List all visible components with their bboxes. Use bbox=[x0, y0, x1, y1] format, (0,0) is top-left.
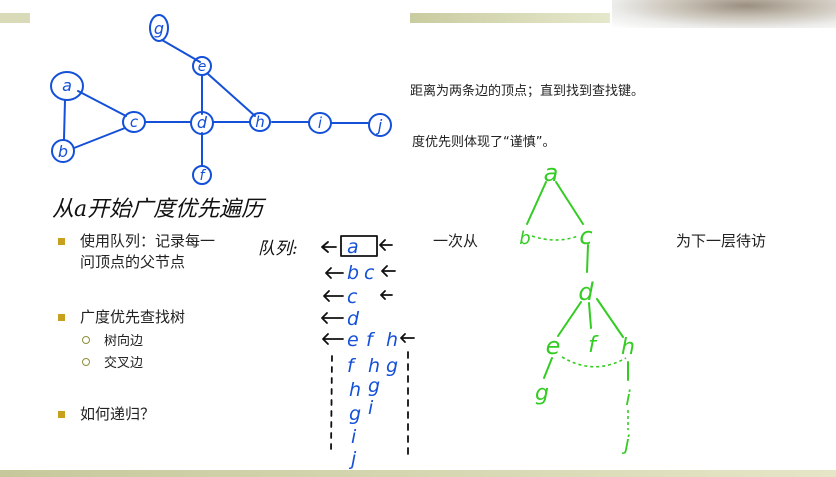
queue-letter: a bbox=[347, 236, 359, 258]
graph-node-labels: g e a c d h i j b f bbox=[58, 19, 383, 184]
tree-node-label: i bbox=[625, 386, 631, 410]
graph-node-label: i bbox=[318, 114, 323, 132]
slide: 距离为两条边的顶点；直到找到查找键。 度优先则体现了“谨慎”。 使用队列：记录每… bbox=[0, 0, 836, 477]
tree-node-label: a bbox=[544, 159, 559, 187]
tree-node-label: e bbox=[546, 332, 561, 360]
graph-node-label: g bbox=[154, 19, 164, 38]
tree-node-label: h bbox=[621, 335, 635, 360]
graph-node-label: h bbox=[255, 113, 265, 131]
graph-node-label: f bbox=[200, 168, 207, 184]
queue-letter: g bbox=[349, 403, 361, 425]
queue-letter: i bbox=[368, 397, 374, 419]
queue-letter: b bbox=[347, 262, 359, 284]
graph-node-label: d bbox=[197, 113, 208, 132]
handwriting-overlay: g e a c d h i j b f 从a开始广度优先遍历 队列: a b c… bbox=[50, 14, 635, 470]
queue-dashed-line bbox=[330, 355, 333, 453]
handwritten-title: 从a开始广度优先遍历 bbox=[52, 197, 267, 222]
queue-letter: c bbox=[347, 286, 358, 308]
tree-node-label: d bbox=[578, 278, 594, 306]
graph-node-label: b bbox=[58, 142, 68, 161]
queue-letter: f bbox=[366, 329, 376, 351]
queue-letter: j bbox=[348, 448, 357, 470]
queue-letter: e bbox=[347, 329, 359, 351]
tree-node-label: b bbox=[519, 228, 530, 249]
queue-letter: g bbox=[386, 355, 398, 377]
tree-node-label: c bbox=[579, 222, 592, 250]
graph-node-label: a bbox=[62, 76, 72, 95]
queue-letter: h bbox=[368, 355, 380, 377]
tree-node-label: j bbox=[621, 431, 630, 455]
queue-letter: h bbox=[349, 379, 361, 401]
queue-letter: g bbox=[368, 375, 380, 397]
queue-letter: d bbox=[347, 308, 360, 330]
queue-letter: f bbox=[347, 355, 357, 377]
graph-node-label: j bbox=[376, 116, 383, 135]
queue-letter: h bbox=[386, 329, 398, 351]
graph-edges bbox=[63, 39, 369, 167]
tree-node-label: g bbox=[535, 381, 549, 406]
graph-nodes bbox=[50, 14, 392, 185]
graph-node-label: e bbox=[198, 59, 207, 75]
tree-node-label: f bbox=[588, 333, 599, 358]
handwritten-queue-label: 队列: bbox=[258, 239, 298, 259]
queue-letter: i bbox=[351, 426, 357, 448]
graph-node-label: c bbox=[130, 113, 139, 131]
queue-letter: c bbox=[364, 262, 375, 284]
